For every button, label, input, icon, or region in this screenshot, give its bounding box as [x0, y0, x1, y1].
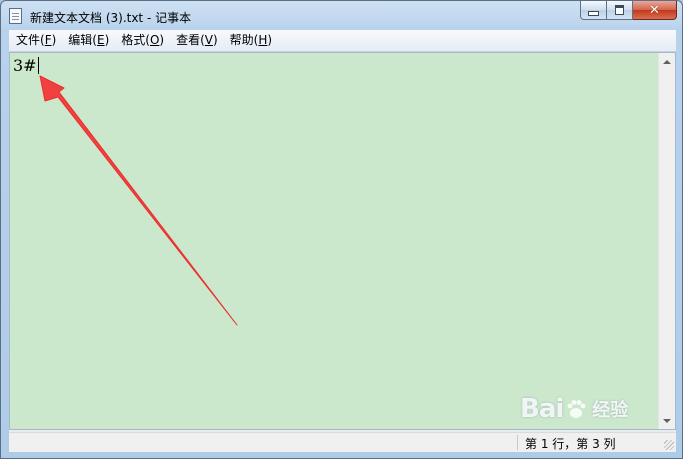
title-bar[interactable]: 新建文本文档 (3).txt - 记事本 ✕: [1, 1, 682, 31]
window-title: 新建文本文档 (3).txt - 记事本: [30, 11, 192, 25]
menu-format[interactable]: 格式(O): [115, 31, 170, 50]
cursor-position: 第 1 行，第 3 列: [525, 437, 616, 451]
arrow-down-icon: [663, 418, 671, 423]
text-editor[interactable]: 3#: [9, 52, 676, 430]
caption-buttons: ✕: [580, 1, 677, 20]
menu-bar: 文件(F) 编辑(E) 格式(O) 查看(V) 帮助(H): [9, 30, 676, 52]
minimize-icon: [588, 11, 599, 16]
status-separator: [517, 435, 518, 450]
close-icon: ✕: [649, 2, 660, 18]
notepad-app-icon[interactable]: [9, 8, 22, 24]
scroll-down-button[interactable]: [659, 412, 675, 429]
status-bar: 第 1 行，第 3 列: [9, 432, 676, 452]
maximize-button[interactable]: [607, 1, 633, 20]
editor-text: 3#: [13, 56, 37, 75]
editor-content[interactable]: 3#: [13, 56, 39, 76]
resize-grip-icon[interactable]: [664, 440, 674, 450]
menu-view[interactable]: 查看(V): [170, 31, 224, 50]
maximize-icon: [615, 5, 624, 15]
scroll-up-button[interactable]: [659, 53, 675, 70]
close-button[interactable]: ✕: [633, 1, 677, 20]
vertical-scrollbar[interactable]: [658, 53, 675, 429]
baidu-watermark: Bai 经验: [520, 391, 628, 427]
menu-help[interactable]: 帮助(H): [224, 31, 278, 50]
watermark-brand: Bai: [520, 394, 564, 424]
watermark-suffix: 经验: [592, 400, 629, 421]
baidu-paw-icon: [567, 400, 586, 418]
menu-file[interactable]: 文件(F): [9, 31, 62, 50]
arrow-up-icon: [663, 59, 671, 64]
text-caret: [37, 57, 39, 74]
minimize-button[interactable]: [580, 1, 607, 20]
menu-edit[interactable]: 编辑(E): [62, 31, 115, 50]
